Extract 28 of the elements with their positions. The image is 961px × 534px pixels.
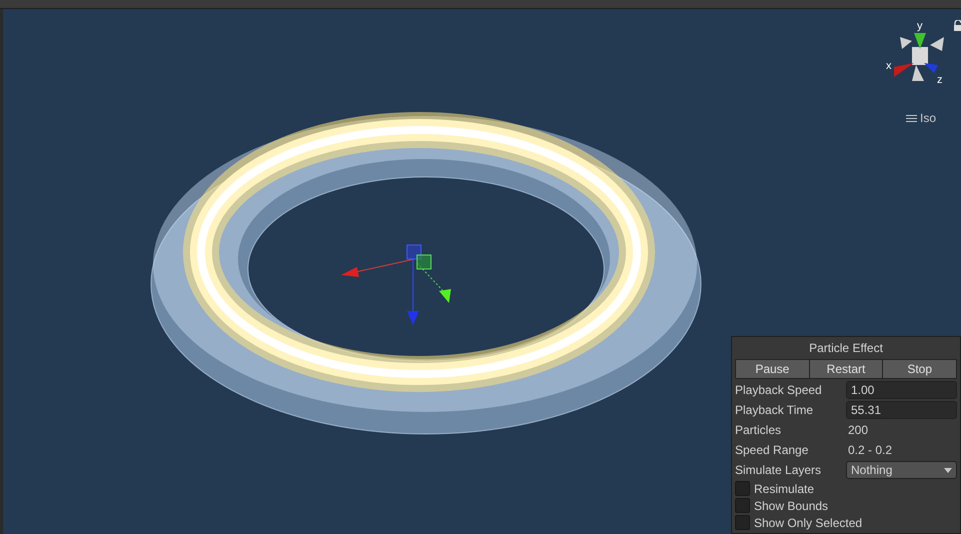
checkbox-label: Show Bounds	[754, 498, 828, 512]
number-field[interactable]: 55.31	[846, 401, 957, 419]
playback-button[interactable]: Restart	[810, 360, 884, 378]
property-label: Speed Range	[735, 443, 810, 457]
layer-dropdown[interactable]: Nothing	[846, 461, 957, 479]
checkbox-label: Resimulate	[754, 482, 814, 496]
property-label: Playback Time	[735, 403, 814, 417]
panel-title: Particle Effect	[808, 340, 884, 357]
axis-label: x	[886, 60, 892, 72]
property-value: 200	[847, 423, 868, 437]
axis-label: z	[937, 74, 942, 86]
number-field[interactable]: 1.00	[846, 381, 957, 399]
orientation-gizmo-icon[interactable]	[894, 33, 944, 81]
projection-toggle[interactable]: Iso	[906, 111, 936, 125]
playback-button[interactable]: Pause	[736, 360, 810, 378]
axis-label: y	[917, 20, 922, 32]
property-label: Playback Speed	[735, 383, 823, 397]
checkbox[interactable]	[735, 481, 750, 496]
property-label: Simulate Layers	[735, 463, 822, 477]
menu-icon	[906, 114, 917, 122]
lock-icon[interactable]	[953, 20, 961, 31]
checkbox-label: Show Only Selected	[754, 516, 862, 530]
property-label: Particles	[735, 423, 782, 437]
checkbox[interactable]	[735, 515, 750, 530]
checkbox[interactable]	[735, 498, 750, 513]
property-value: 0.2 - 0.2	[847, 443, 892, 457]
caret-icon	[944, 468, 952, 472]
playback-button[interactable]: Stop	[883, 360, 956, 378]
